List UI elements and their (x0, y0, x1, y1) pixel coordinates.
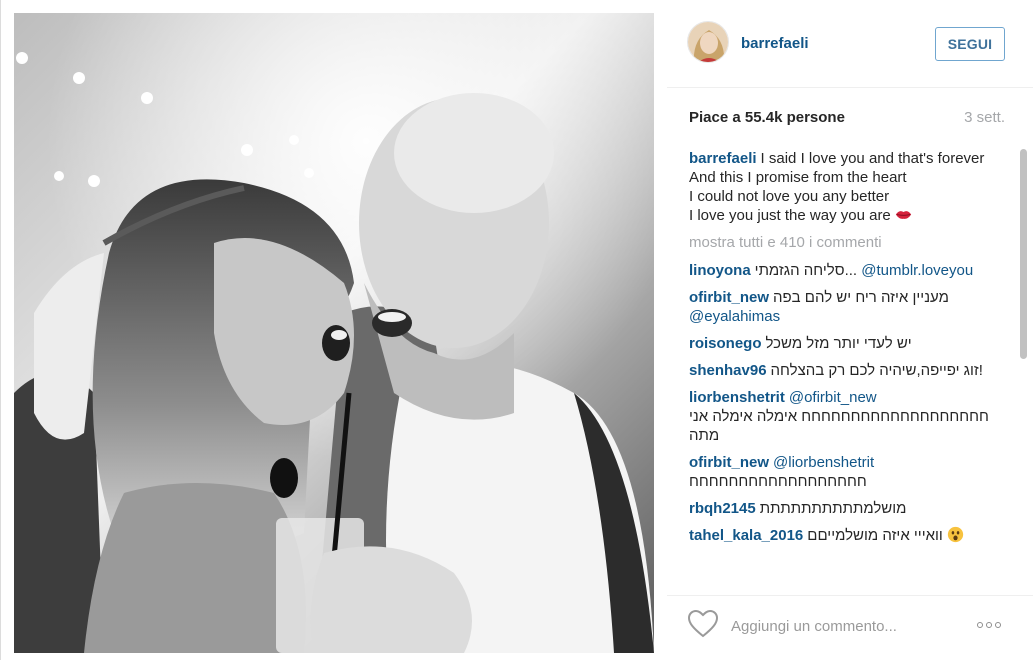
avatar[interactable] (687, 21, 729, 63)
scrollbar-thumb[interactable] (1020, 149, 1027, 359)
post-meta: Piace a 55.4k persone 3 sett. (689, 109, 1005, 129)
add-comment-input[interactable] (731, 615, 961, 637)
more-options-icon[interactable] (977, 618, 1007, 632)
comment-username[interactable]: roisonego (689, 335, 762, 352)
instagram-post-modal: barrefaeli SEGUI Piace a 55.4k persone 3… (0, 0, 1033, 660)
comment-text: וואייי איזה מושלמייםם (807, 527, 943, 544)
kiss-lips-icon (895, 211, 912, 219)
comment-item: liorbenshetrit @ofirbit_new חחחחחחחחחחחחח… (689, 388, 995, 445)
comment-text: זוג יפייפה,שיהיה לכם רק בהצלחה! (770, 362, 983, 379)
comment-item: tahel_kala_2016 וואייי איזה מושלמייםם (689, 526, 995, 545)
photo-image (14, 13, 654, 653)
comment-username[interactable]: liorbenshetrit (689, 389, 785, 406)
comment-item: ofirbit_new @liorbenshetrit חחחחחחחחחחחחח… (689, 453, 995, 491)
caption: barrefaeli I said I love you and that's f… (689, 149, 995, 225)
comment-mention[interactable]: @tumblr.loveyou (861, 262, 973, 279)
comment-item: ofirbit_new מעניין איזה ריח יש להם בפה @e… (689, 288, 995, 326)
post-photo[interactable] (14, 13, 654, 653)
post-header: barrefaeli SEGUI (667, 0, 1033, 88)
comment-username[interactable]: shenhav96 (689, 362, 767, 379)
likes-count[interactable]: Piace a 55.4k persone (689, 109, 845, 126)
follow-button[interactable]: SEGUI (935, 27, 1005, 61)
comment-username[interactable]: linoyona (689, 262, 751, 279)
heart-icon[interactable] (688, 610, 718, 638)
comment-item: roisonego יש לעדי יותר מזל משכל (689, 334, 995, 353)
astonished-face-icon (947, 526, 964, 543)
comment-text: חחחחחחחחחחחחחחחחחחח אימלה אימלה אני מתה (689, 408, 989, 444)
post-timestamp[interactable]: 3 sett. (964, 109, 1005, 126)
comment-text: סליחה הגזמתי... (754, 262, 858, 279)
caption-username[interactable]: barrefaeli (689, 150, 757, 167)
show-all-comments-link[interactable]: mostra tutti e 410 i commenti (689, 233, 995, 252)
comment-item: shenhav96 זוג יפייפה,שיהיה לכם רק בהצלחה! (689, 361, 995, 380)
comments-list[interactable]: barrefaeli I said I love you and that's f… (689, 149, 995, 585)
post-details-panel: barrefaeli SEGUI Piace a 55.4k persone 3… (667, 0, 1033, 660)
post-username[interactable]: barrefaeli (741, 35, 809, 52)
dot-icon (995, 622, 1001, 628)
comment-text: חחחחחחחחחחחחחחחחחח (689, 473, 867, 490)
comment-item: rbqh2145 מושלמתתתתתתתתתת (689, 499, 995, 518)
comment-text: מעניין איזה ריח יש להם בפה (773, 289, 949, 306)
comment-username[interactable]: ofirbit_new (689, 454, 769, 471)
comment-username[interactable]: rbqh2145 (689, 500, 756, 517)
comment-username[interactable]: ofirbit_new (689, 289, 769, 306)
comment-username[interactable]: tahel_kala_2016 (689, 527, 803, 544)
dot-icon (977, 622, 983, 628)
comment-mention[interactable]: @liorbenshetrit (773, 454, 874, 471)
avatar-image (688, 22, 728, 62)
comment-text: יש לעדי יותר מזל משכל (765, 335, 912, 352)
comment-text: מושלמתתתתתתתתתת (759, 500, 907, 517)
comments-scrollbar[interactable] (1019, 149, 1028, 585)
comment-mention[interactable]: @ofirbit_new (789, 389, 877, 406)
dot-icon (986, 622, 992, 628)
comment-item: linoyona סליחה הגזמתי... @tumblr.loveyou (689, 261, 995, 280)
comment-mention[interactable]: @eyalahimas (689, 308, 780, 325)
post-actions (667, 595, 1033, 660)
